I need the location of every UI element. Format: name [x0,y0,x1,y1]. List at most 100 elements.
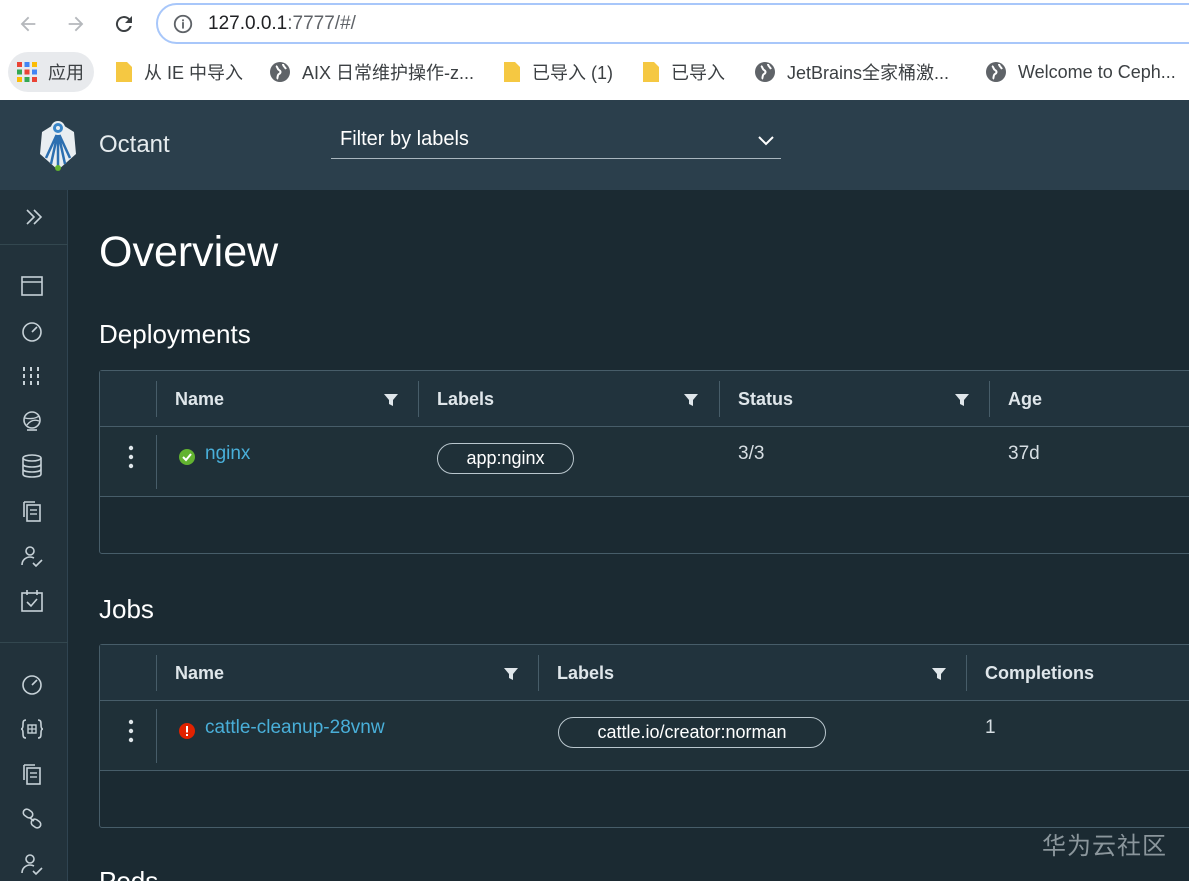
app-title[interactable]: Octant [99,131,170,159]
network-globe-icon [23,411,41,431]
reload-icon [115,16,132,33]
success-check-icon [179,449,195,465]
octant-logo[interactable] [34,118,82,174]
bookmark-label: 从 IE 中导入 [144,63,244,83]
bookmark-apps[interactable]: 应用 [8,52,94,92]
label-chip[interactable]: cattle.io/creator:norman [558,717,826,748]
column-separator[interactable] [989,381,990,417]
bookmark-label: 已导入 [671,63,725,83]
globe-icon [755,62,775,82]
column-separator [156,655,157,691]
column-header-status[interactable]: Status [738,389,793,410]
back-button[interactable] [12,8,44,40]
bookmark-folder[interactable]: 从 IE 中导入 [114,52,243,92]
column-header-age[interactable]: Age [1008,389,1042,410]
chevron-down-icon [758,136,774,146]
dashboard-gauge-icon [22,675,42,695]
jobs-table: Name Labels Completions cattle-cleanup-2… [99,644,1189,828]
reload-button[interactable] [108,8,140,40]
column-header-completions[interactable]: Completions [985,663,1094,684]
column-separator[interactable] [538,655,539,691]
table-header: Name Labels Status Age [100,371,1189,427]
sidebar-item-applications[interactable] [19,363,45,389]
table-header: Name Labels Completions [100,645,1189,701]
dashboard-gauge-icon [22,322,42,342]
column-separator [156,709,157,763]
url-path: :7777/#/ [287,12,356,34]
bookmark-label: JetBrains全家桶激... [787,63,950,83]
column-separator[interactable] [966,655,967,691]
folder-icon [116,62,132,82]
deployment-age: 37d [1008,443,1040,464]
row-actions-button[interactable] [122,717,140,745]
filter-funnel-icon[interactable] [931,666,947,682]
bookmark-folder[interactable]: 已导入 [641,52,725,92]
sidebar-item-plugins[interactable] [19,806,45,832]
address-bar[interactable]: 127.0.0.1:7777/#/ [156,3,1189,44]
table-row: nginx app:nginx 3/3 37d [100,427,1189,497]
forward-button[interactable] [60,8,92,40]
info-icon[interactable] [172,13,194,35]
deployment-status: 3/3 [738,443,765,464]
browser-chrome: 127.0.0.1:7777/#/ 应用 从 IE 中导入 AIX 日常维护操作… [0,0,1189,100]
bookmark-folder[interactable]: 已导入 (1) [502,52,613,92]
label-chip[interactable]: app:nginx [437,443,574,474]
sidebar-expand-button[interactable] [0,190,68,245]
database-icon [22,454,42,478]
deployments-table: Name Labels Status Age nginx app:nginx 3… [99,370,1189,554]
sidebar-item-rbac[interactable] [19,543,45,569]
kebab-menu-icon [128,719,134,743]
bookmark-link[interactable]: JetBrains全家桶激... [753,52,949,92]
apps-grid-icon [17,62,37,82]
label-filter-dropdown[interactable]: Filter by labels [331,122,781,159]
sidebar-item-storage[interactable] [19,453,45,479]
job-completions: 1 [985,717,996,738]
globe-icon [986,62,1006,82]
column-separator[interactable] [719,381,720,417]
watermark-text: 华为云社区 [1042,833,1167,860]
main-content: Overview Deployments Name Labels Status … [69,190,1189,881]
job-name-link[interactable]: cattle-cleanup-28vnw [205,717,385,739]
bookmark-link[interactable]: AIX 日常维护操作-z... [268,52,474,92]
url-host: 127.0.0.1 [208,12,288,34]
sidebar-item-config[interactable] [19,498,45,524]
sidebar-item-custom-resources[interactable] [19,761,45,787]
bookmark-label: 已导入 (1) [532,63,613,83]
deployment-name-link[interactable]: nginx [205,443,250,465]
column-separator[interactable] [418,381,419,417]
sidebar-item-workloads[interactable] [19,318,45,344]
page-title: Overview [99,228,279,276]
arrow-left-icon [20,16,36,32]
pods-title: Pods [99,866,159,881]
sidebar-item-rbac-cluster[interactable] [19,851,45,877]
column-header-labels[interactable]: Labels [557,663,614,684]
filter-funnel-icon[interactable] [954,392,970,408]
column-separator [156,381,157,417]
filter-funnel-icon[interactable] [503,666,519,682]
row-actions-button[interactable] [122,443,140,471]
user-check-icon [21,854,43,876]
filter-funnel-icon[interactable] [383,392,399,408]
browser-window-icon [21,276,43,296]
octant-logo-icon [40,121,76,171]
bookmark-label: AIX 日常维护操作-z... [302,63,475,83]
user-check-icon [21,546,43,568]
link-chain-icon [22,808,42,829]
double-chevron-right-icon [26,209,43,225]
sidebar-item-overview[interactable] [19,273,45,299]
column-header-name[interactable]: Name [175,663,224,684]
calendar-check-icon [21,590,43,612]
column-header-labels[interactable]: Labels [437,389,494,410]
column-separator [156,435,157,489]
sidebar-item-events[interactable] [19,588,45,614]
sidebar-item-discovery[interactable] [19,408,45,434]
sidebar-item-namespaces[interactable] [19,716,45,742]
column-header-name[interactable]: Name [175,389,224,410]
namespace-brackets-icon [20,719,44,739]
sidebar-nav [0,190,68,881]
sidebar-item-cluster-overview[interactable] [19,671,45,697]
bookmark-link[interactable]: Welcome to Ceph... [984,52,1176,92]
filter-funnel-icon[interactable] [683,392,699,408]
kebab-menu-icon [128,445,134,469]
label-filter-placeholder: Filter by labels [340,128,469,150]
